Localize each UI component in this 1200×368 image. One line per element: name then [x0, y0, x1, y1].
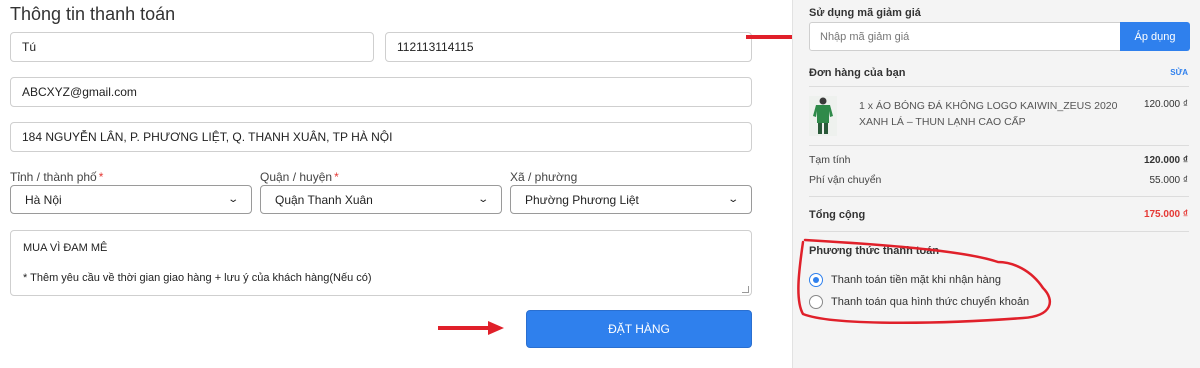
ward-label: Xã / phường: [510, 170, 578, 184]
chevron-down-icon: ⌄: [476, 194, 489, 205]
product-name: 1 x ÁO BÓNG ĐÁ KHÔNG LOGO KAIWIN_ZEUS 20…: [859, 100, 1118, 129]
resize-handle-icon[interactable]: [742, 286, 749, 293]
subtotal-label: Tạm tính: [809, 154, 851, 166]
divider: [809, 231, 1189, 232]
edit-order-link[interactable]: SỬA: [1170, 68, 1188, 77]
shipping-label: Phí vận chuyển: [809, 174, 882, 186]
divider: [809, 86, 1189, 87]
page-title: Thông tin thanh toán: [10, 4, 176, 24]
name-value: Tú: [22, 40, 37, 54]
district-label: Quận / huyện *: [260, 170, 339, 184]
product-thumbnail: [809, 96, 837, 136]
radio-unchecked-icon[interactable]: [809, 295, 823, 309]
phone-value: 112113114115: [397, 40, 474, 54]
province-value: Hà Nội: [25, 192, 62, 207]
province-label: Tỉnh / thành phố *: [10, 170, 104, 184]
order-summary-panel: Sử dụng mã giảm giá Nhập mã giảm giá Áp …: [792, 0, 1200, 368]
coupon-input[interactable]: Nhập mã giảm giá: [809, 22, 1121, 51]
product-price: 120.000 ₫: [1143, 99, 1188, 110]
payment-option-transfer[interactable]: Thanh toán qua hình thức chuyển khoản: [809, 295, 1029, 309]
place-order-button[interactable]: ĐẶT HÀNG: [526, 310, 752, 348]
email-value: ABCXYZ@gmail.com: [22, 85, 137, 99]
payment-option-label: Thanh toán tiền mặt khi nhận hàng: [831, 274, 1002, 286]
district-value: Quận Thanh Xuân: [275, 192, 373, 207]
arrow-right-icon: [438, 321, 504, 335]
divider: [809, 196, 1189, 197]
radio-checked-icon[interactable]: [809, 273, 823, 287]
order-note-textarea[interactable]: MUA VÌ ĐAM MÊ * Thêm yêu cầu về thời gia…: [10, 230, 752, 296]
order-title: Đơn hàng của bạn: [809, 67, 906, 79]
note-line-1: MUA VÌ ĐAM MÊ: [23, 242, 108, 254]
address-field[interactable]: 184 NGUYỄN LÂN, P. PHƯƠNG LIỆT, Q. THANH…: [10, 122, 752, 152]
province-select[interactable]: Hà Nội ⌄: [10, 185, 252, 214]
ward-value: Phường Phương Liệt: [525, 192, 639, 207]
total-label: Tổng cộng: [809, 209, 866, 221]
payment-option-label: Thanh toán qua hình thức chuyển khoản: [831, 296, 1030, 308]
name-field[interactable]: Tú: [10, 32, 374, 62]
payment-title: Phương thức thanh toán: [809, 245, 940, 257]
apply-coupon-button[interactable]: Áp dụng: [1120, 22, 1190, 51]
ward-select[interactable]: Phường Phương Liệt ⌄: [510, 185, 752, 214]
address-value: 184 NGUYỄN LÂN, P. PHƯƠNG LIỆT, Q. THANH…: [22, 130, 393, 144]
shipping-value: 55.000 ₫: [1149, 175, 1189, 186]
payment-option-cod[interactable]: Thanh toán tiền mặt khi nhận hàng: [809, 273, 1001, 287]
divider: [809, 145, 1189, 146]
chevron-down-icon: ⌄: [226, 194, 239, 205]
email-field[interactable]: ABCXYZ@gmail.com: [10, 77, 752, 107]
coupon-title: Sử dụng mã giảm giá: [809, 7, 921, 19]
phone-field[interactable]: 112113114115: [385, 32, 752, 62]
chevron-down-icon: ⌄: [726, 194, 739, 205]
note-line-2: * Thêm yêu cầu về thời gian giao hàng + …: [23, 272, 372, 284]
total-value: 175.000 ₫: [1143, 209, 1188, 220]
subtotal-value: 120.000 ₫: [1143, 155, 1188, 166]
billing-panel: Thông tin thanh toán Tú 112113114115 ABC…: [0, 0, 792, 368]
coupon-placeholder: Nhập mã giảm giá: [820, 30, 910, 43]
district-select[interactable]: Quận Thanh Xuân ⌄: [260, 185, 502, 214]
